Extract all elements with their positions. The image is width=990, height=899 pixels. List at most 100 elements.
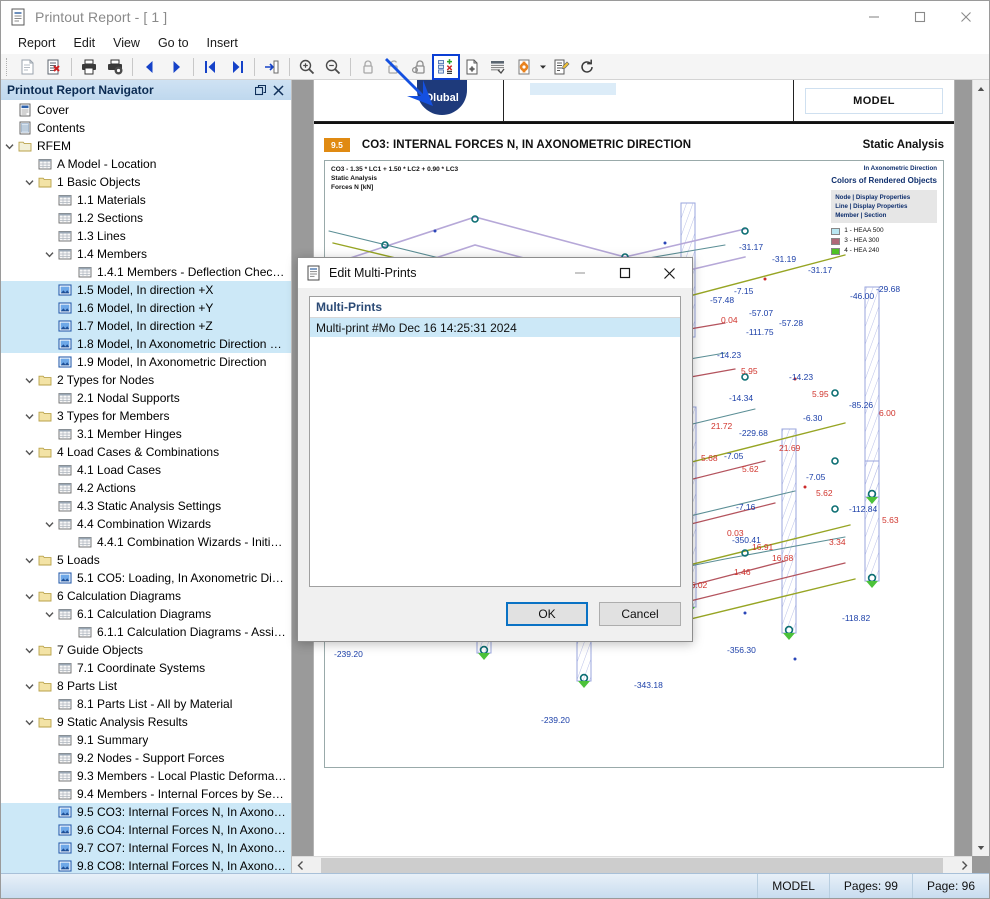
zoom-out-icon[interactable]	[321, 56, 345, 78]
tree-item[interactable]: 9.7 CO7: Internal Forces N, In Axonom...	[1, 839, 291, 857]
tree-item[interactable]: 1.4 Members	[1, 245, 291, 263]
chevron-down-icon[interactable]	[21, 641, 37, 659]
menu-view[interactable]: View	[104, 33, 149, 53]
tree-item[interactable]: 1.4.1 Members - Deflection Check - ...	[1, 263, 291, 281]
chevron-down-icon[interactable]	[41, 245, 57, 263]
dialog-maximize-button[interactable]	[602, 258, 647, 288]
multi-prints-rows[interactable]: Multi-print #Mo Dec 16 14:25:31 2024	[310, 318, 680, 337]
tree-item[interactable]: 1.8 Model, In Axonometric Direction by .…	[1, 335, 291, 353]
tree-item[interactable]: Contents	[1, 119, 291, 137]
scroll-down-button[interactable]	[973, 839, 989, 856]
tree-item[interactable]: 4 Load Cases & Combinations	[1, 443, 291, 461]
first-page-icon[interactable]	[199, 56, 223, 78]
tree-item[interactable]: 3 Types for Members	[1, 407, 291, 425]
refresh-icon[interactable]	[575, 56, 599, 78]
toolbar-grip[interactable]	[6, 57, 12, 76]
tree-item[interactable]: 1.6 Model, In direction +Y	[1, 299, 291, 317]
tree-item[interactable]: 1 Basic Objects	[1, 173, 291, 191]
tree-item[interactable]: 6 Calculation Diagrams	[1, 587, 291, 605]
lock-all-icon[interactable]	[408, 56, 432, 78]
horizontal-scroll-thumb[interactable]	[321, 857, 943, 873]
chevron-down-icon[interactable]	[21, 173, 37, 191]
tree-item[interactable]: 1.1 Materials	[1, 191, 291, 209]
tree-item[interactable]: 1.2 Sections	[1, 209, 291, 227]
tree-item[interactable]: 1.9 Model, In Axonometric Direction	[1, 353, 291, 371]
lock-icon[interactable]	[356, 56, 380, 78]
export-icon[interactable]	[512, 56, 536, 78]
scroll-up-button[interactable]	[973, 80, 989, 97]
viewer-horizontal-scrollbar[interactable]	[292, 856, 972, 873]
tree-item[interactable]: 5 Loads	[1, 551, 291, 569]
tree-item[interactable]: 9.6 CO4: Internal Forces N, In Axonom...	[1, 821, 291, 839]
tree-item[interactable]: RFEM	[1, 137, 291, 155]
tree-item[interactable]: 9 Static Analysis Results	[1, 713, 291, 731]
scroll-left-button[interactable]	[292, 857, 309, 874]
chevron-down-icon[interactable]	[21, 551, 37, 569]
tree-item[interactable]: 1.7 Model, In direction +Z	[1, 317, 291, 335]
close-button[interactable]	[943, 1, 989, 32]
tree-item[interactable]: 2 Types for Nodes	[1, 371, 291, 389]
menu-goto[interactable]: Go to	[149, 33, 198, 53]
ok-button[interactable]: OK	[506, 602, 588, 626]
previous-page-icon[interactable]	[138, 56, 162, 78]
tree-item[interactable]: 9.8 CO8: Internal Forces N, In Axonom...	[1, 857, 291, 873]
multi-prints-list[interactable]: Multi-Prints Multi-print #Mo Dec 16 14:2…	[309, 296, 681, 587]
chevron-down-icon[interactable]	[21, 587, 37, 605]
edit-multi-prints-icon[interactable]	[432, 53, 460, 80]
navigator-undock-button[interactable]	[251, 81, 269, 99]
tree-item[interactable]: 8.1 Parts List - All by Material	[1, 695, 291, 713]
chevron-down-icon[interactable]	[1, 137, 17, 155]
vertical-scroll-track[interactable]	[973, 97, 989, 839]
tree-item[interactable]: Cover	[1, 101, 291, 119]
next-page-icon[interactable]	[164, 56, 188, 78]
viewer-vertical-scrollbar[interactable]	[972, 80, 989, 856]
tree-item[interactable]: 1.5 Model, In direction +X	[1, 281, 291, 299]
chevron-down-icon[interactable]	[21, 443, 37, 461]
tree-item[interactable]: 7 Guide Objects	[1, 641, 291, 659]
tree-item[interactable]: 4.2 Actions	[1, 479, 291, 497]
navigator-close-button[interactable]	[269, 81, 287, 99]
go-to-page-icon[interactable]	[260, 56, 284, 78]
tree-item[interactable]: 4.3 Static Analysis Settings	[1, 497, 291, 515]
tree-item[interactable]: 6.1.1 Calculation Diagrams - Assign...	[1, 623, 291, 641]
maximize-button[interactable]	[897, 1, 943, 32]
scroll-right-button[interactable]	[955, 857, 972, 874]
tree-item[interactable]: 5.1 CO5: Loading, In Axonometric Direc..…	[1, 569, 291, 587]
minimize-button[interactable]	[851, 1, 897, 32]
tree-item[interactable]: 9.3 Members - Local Plastic Deformation.…	[1, 767, 291, 785]
print-preview-icon[interactable]	[16, 56, 40, 78]
zoom-in-icon[interactable]	[295, 56, 319, 78]
tree-item[interactable]: A Model - Location	[1, 155, 291, 173]
tree-item[interactable]: 4.4.1 Combination Wizards - Initial ...	[1, 533, 291, 551]
page-setup-icon[interactable]	[460, 56, 484, 78]
last-page-icon[interactable]	[225, 56, 249, 78]
menu-report[interactable]: Report	[9, 33, 65, 53]
delete-report-icon[interactable]	[42, 56, 66, 78]
header-footer-icon[interactable]	[486, 56, 510, 78]
tree-item[interactable]: 9.2 Nodes - Support Forces	[1, 749, 291, 767]
chevron-down-icon[interactable]	[41, 605, 57, 623]
tree-item[interactable]: 7.1 Coordinate Systems	[1, 659, 291, 677]
report-tree[interactable]: Cover Contents RFEM A Model - Location 1 Bas…	[1, 100, 291, 873]
chevron-down-icon[interactable]	[21, 713, 37, 731]
chevron-down-icon[interactable]	[21, 677, 37, 695]
tree-item[interactable]: 9.5 CO3: Internal Forces N, In Axonom...	[1, 803, 291, 821]
dialog-close-button[interactable]	[647, 258, 692, 288]
menu-insert[interactable]: Insert	[198, 33, 247, 53]
unlock-icon[interactable]	[382, 56, 406, 78]
menu-edit[interactable]: Edit	[65, 33, 105, 53]
tree-item[interactable]: 2.1 Nodal Supports	[1, 389, 291, 407]
tree-item[interactable]: 9.1 Summary	[1, 731, 291, 749]
print-icon[interactable]	[77, 56, 101, 78]
dialog-minimize-button[interactable]	[557, 258, 602, 288]
horizontal-scroll-track[interactable]	[309, 857, 955, 874]
tree-item[interactable]: 1.3 Lines	[1, 227, 291, 245]
export-dropdown-icon[interactable]	[537, 56, 548, 78]
tree-item[interactable]: 4.1 Load Cases	[1, 461, 291, 479]
chevron-down-icon[interactable]	[21, 407, 37, 425]
tree-item[interactable]: 8 Parts List	[1, 677, 291, 695]
tree-item[interactable]: 3.1 Member Hinges	[1, 425, 291, 443]
tree-item[interactable]: 9.4 Members - Internal Forces by Section	[1, 785, 291, 803]
tree-item[interactable]: 6.1 Calculation Diagrams	[1, 605, 291, 623]
edit-document-icon[interactable]	[549, 56, 573, 78]
